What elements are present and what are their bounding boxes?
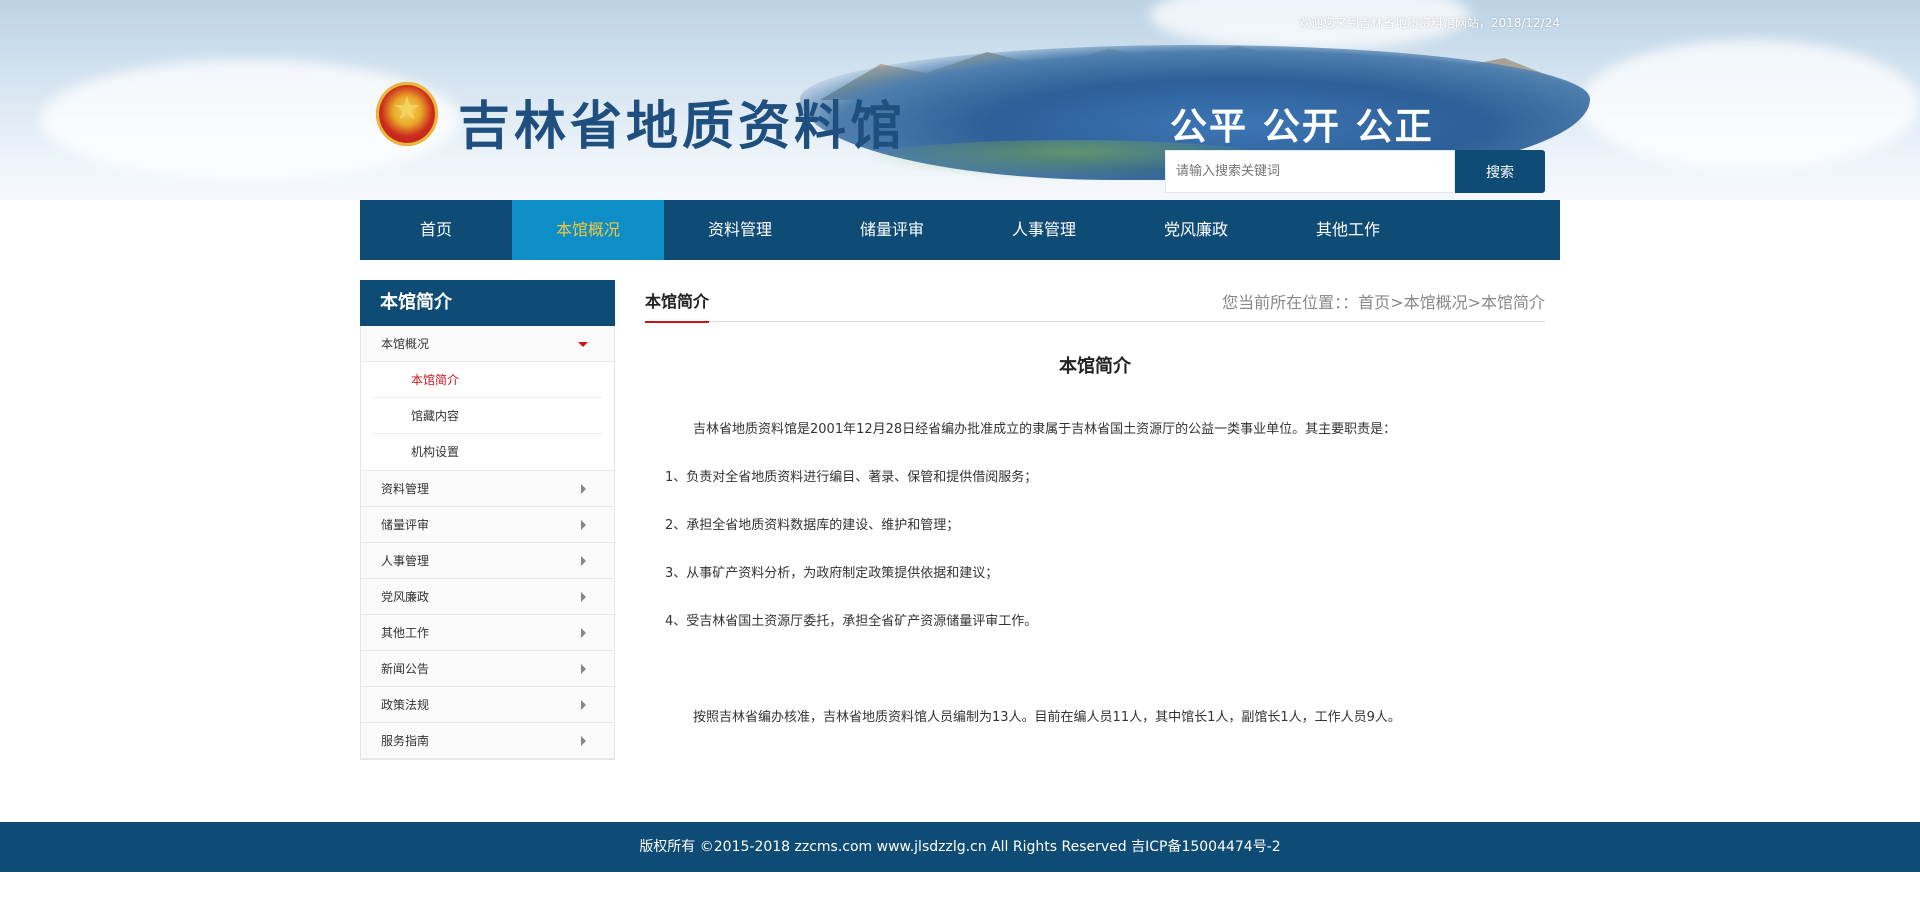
- sidebar-title: 本馆简介: [360, 280, 615, 326]
- duty-item: 4、受吉林省国土资源厅委托，承担全省矿产资源储量评审工作。: [665, 614, 1038, 629]
- main-content: 本馆简介 您当前所在位置：：首页>本馆概况>本馆简介 本馆简介 吉林省地质资料馆…: [645, 280, 1545, 728]
- caret-right-icon: [581, 556, 586, 566]
- sidebar-item-label: 本馆概况: [381, 337, 430, 351]
- sidebar-item-data-management[interactable]: 资料管理: [361, 471, 614, 507]
- article-intro: 吉林省地质资料馆是2001年12月28日经省编办批准成立的隶属于吉林省国土资源厅…: [693, 422, 1397, 437]
- caret-right-icon: [581, 700, 586, 710]
- site-title: 吉林省地质资料馆: [458, 96, 907, 157]
- sidebar-subitem-collection[interactable]: 馆藏内容: [373, 398, 602, 434]
- sidebar: 本馆简介 本馆概况 本馆简介 馆藏内容 机构设置 资料管理 储量评审 人事管理 …: [360, 280, 615, 760]
- sidebar-item-label: 服务指南: [381, 734, 430, 748]
- sidebar-item-personnel[interactable]: 人事管理: [361, 543, 614, 579]
- sidebar-subitem-intro[interactable]: 本馆简介: [373, 362, 602, 398]
- sidebar-menu: 本馆概况 本馆简介 馆藏内容 机构设置 资料管理 储量评审 人事管理 党风廉政 …: [360, 326, 615, 760]
- sidebar-item-overview[interactable]: 本馆概况: [361, 326, 614, 362]
- breadcrumb: 您当前所在位置：：首页>本馆概况>本馆简介: [1222, 293, 1545, 312]
- section-title: 本馆简介: [645, 288, 710, 323]
- article: 本馆简介 吉林省地质资料馆是2001年12月28日经省编办批准成立的隶属于吉林省…: [645, 352, 1545, 728]
- duty-item: 3、从事矿产资料分析，为政府制定政策提供依据和建议；: [665, 566, 999, 581]
- article-title: 本馆简介: [1059, 356, 1131, 377]
- sidebar-item-label: 资料管理: [381, 482, 430, 496]
- sidebar-item-news[interactable]: 新闻公告: [361, 651, 614, 687]
- nav-item-party-integrity[interactable]: 党风廉政: [1120, 200, 1272, 260]
- national-emblem-icon: [376, 82, 438, 146]
- caret-right-icon: [581, 736, 586, 746]
- caret-down-icon: [578, 342, 588, 347]
- search-button[interactable]: 搜索: [1455, 150, 1545, 193]
- sidebar-item-label: 党风廉政: [381, 590, 430, 604]
- sidebar-item-service-guide[interactable]: 服务指南: [361, 723, 614, 759]
- nav-item-home[interactable]: 首页: [360, 200, 512, 260]
- sidebar-item-policy[interactable]: 政策法规: [361, 687, 614, 723]
- sidebar-item-reserve-review[interactable]: 储量评审: [361, 507, 614, 543]
- nav-item-other-work[interactable]: 其他工作: [1272, 200, 1424, 260]
- duty-item: 1、负责对全省地质资料进行编目、著录、保管和提供借阅服务；: [665, 470, 1038, 485]
- caret-right-icon: [581, 664, 586, 674]
- article-staff: 按照吉林省编办核准，吉林省地质资料馆人员编制为13人。目前在编人员11人，其中馆…: [693, 710, 1401, 725]
- sidebar-item-label: 人事管理: [381, 554, 430, 568]
- nav-item-personnel[interactable]: 人事管理: [968, 200, 1120, 260]
- content-header: 本馆简介 您当前所在位置：：首页>本馆概况>本馆简介: [645, 280, 1545, 323]
- main-nav: 首页 本馆概况 资料管理 储量评审 人事管理 党风廉政 其他工作: [360, 200, 1560, 260]
- header-banner: 欢迎您来到吉林省地质资料馆网站，2018/12/24 吉林省地质资料馆 公平 公…: [0, 0, 1920, 200]
- welcome-text: 欢迎您来到吉林省地质资料馆网站，2018/12/24: [1298, 16, 1560, 30]
- footer: 版权所有 ©2015-2018 zzcms.com www.jlsdzzlg.c…: [0, 822, 1920, 872]
- search-input[interactable]: [1165, 150, 1455, 193]
- sidebar-submenu: 本馆简介 馆藏内容 机构设置: [361, 362, 614, 471]
- caret-right-icon: [581, 592, 586, 602]
- banner-cloud: [1580, 40, 1920, 170]
- sidebar-item-party-integrity[interactable]: 党风廉政: [361, 579, 614, 615]
- sidebar-item-other-work[interactable]: 其他工作: [361, 615, 614, 651]
- slogan: 公平 公开 公正: [1170, 105, 1434, 148]
- duty-item: 2、承担全省地质资料数据库的建设、维护和管理；: [665, 518, 960, 533]
- sidebar-item-label: 其他工作: [381, 626, 430, 640]
- sidebar-item-label: 新闻公告: [381, 662, 430, 676]
- sidebar-subitem-organization[interactable]: 机构设置: [373, 434, 602, 470]
- nav-item-overview[interactable]: 本馆概况: [512, 200, 664, 260]
- caret-right-icon: [581, 484, 586, 494]
- caret-right-icon: [581, 520, 586, 530]
- nav-item-reserve-review[interactable]: 储量评审: [816, 200, 968, 260]
- sidebar-item-label: 储量评审: [381, 518, 430, 532]
- copyright-text: 版权所有 ©2015-2018 zzcms.com www.jlsdzzlg.c…: [639, 839, 1281, 855]
- nav-item-data-management[interactable]: 资料管理: [664, 200, 816, 260]
- sidebar-item-label: 政策法规: [381, 698, 430, 712]
- caret-right-icon: [581, 628, 586, 638]
